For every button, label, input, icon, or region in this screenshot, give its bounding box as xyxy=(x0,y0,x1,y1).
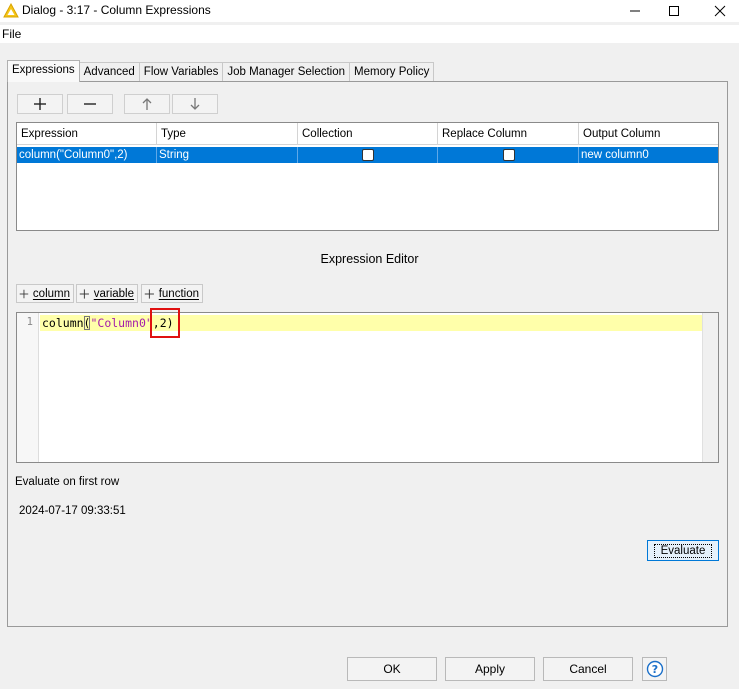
tab-bar: Expressions Advanced Flow Variables Job … xyxy=(7,60,435,82)
title-bar: Dialog - 3:17 - Column Expressions xyxy=(0,0,739,22)
plus-icon xyxy=(34,98,46,110)
menu-file[interactable]: File xyxy=(2,27,21,41)
minimize-icon xyxy=(630,10,640,12)
insert-function-label: function xyxy=(158,287,199,300)
window-title: Dialog - 3:17 - Column Expressions xyxy=(22,3,211,17)
maximize-icon xyxy=(669,6,679,16)
help-glyph: ? xyxy=(651,663,657,676)
tab-advanced[interactable]: Advanced xyxy=(78,62,140,82)
insert-column-label: column xyxy=(32,287,70,300)
remove-expression-button[interactable] xyxy=(67,94,113,114)
insert-function-button[interactable]: function xyxy=(141,284,203,303)
help-button[interactable]: ? xyxy=(642,657,667,681)
column-header-replace-column[interactable]: Replace Column xyxy=(438,123,579,145)
collection-checkbox[interactable] xyxy=(362,149,374,161)
add-expression-button[interactable] xyxy=(17,94,63,114)
minimize-button[interactable] xyxy=(618,0,652,22)
line-number: 1 xyxy=(26,316,33,328)
cell-output-column[interactable]: new column0 xyxy=(579,147,718,163)
cell-replace-column[interactable] xyxy=(438,147,579,163)
annotation-highlight-box xyxy=(150,308,180,338)
cell-type[interactable]: String xyxy=(157,147,298,163)
expressions-table: Expression Type Collection Replace Colum… xyxy=(16,122,719,231)
evaluate-button[interactable]: Evaluate xyxy=(647,540,719,561)
insert-column-button[interactable]: column xyxy=(16,284,74,303)
table-header: Expression Type Collection Replace Colum… xyxy=(17,123,718,145)
maximize-button[interactable] xyxy=(657,0,691,22)
column-header-expression[interactable]: Expression xyxy=(17,123,157,145)
replace-column-checkbox[interactable] xyxy=(503,149,515,161)
tab-expressions[interactable]: Expressions xyxy=(7,60,80,82)
editor-scrollbar[interactable] xyxy=(702,313,718,462)
column-header-output-column[interactable]: Output Column xyxy=(579,123,718,145)
column-header-type[interactable]: Type xyxy=(157,123,298,145)
ok-button[interactable]: OK xyxy=(347,657,437,681)
close-icon xyxy=(714,5,726,17)
plus-icon xyxy=(79,288,89,299)
close-button[interactable] xyxy=(703,0,737,22)
insert-variable-label: variable xyxy=(93,287,134,300)
move-down-button[interactable] xyxy=(172,94,218,114)
tab-flow-variables[interactable]: Flow Variables xyxy=(138,62,224,82)
knime-logo-icon xyxy=(3,3,19,18)
move-up-button[interactable] xyxy=(124,94,170,114)
plus-icon xyxy=(19,289,29,298)
arrow-down-icon xyxy=(190,98,200,110)
column-header-collection[interactable]: Collection xyxy=(298,123,438,145)
cell-collection[interactable] xyxy=(298,147,438,163)
cancel-button[interactable]: Cancel xyxy=(543,657,633,681)
insert-variable-button[interactable]: variable xyxy=(76,284,138,303)
tab-memory-policy[interactable]: Memory Policy xyxy=(349,62,435,82)
tab-job-manager-selection[interactable]: Job Manager Selection xyxy=(222,62,351,82)
expression-code-editor[interactable]: 1 column("Column0",2) xyxy=(16,312,719,463)
line-number-gutter: 1 xyxy=(17,313,39,462)
evaluate-button-label: Evaluate xyxy=(653,543,713,558)
evaluate-result: 2024-07-17 09:33:51 xyxy=(19,505,126,517)
table-row[interactable]: column("Column0",2) String new column0 xyxy=(17,147,718,163)
cell-expression[interactable]: column("Column0",2) xyxy=(17,147,157,163)
apply-button[interactable]: Apply xyxy=(445,657,535,681)
code-string-literal: "Column0" xyxy=(90,316,153,330)
minus-icon xyxy=(84,103,96,105)
plus-icon xyxy=(144,288,154,299)
menu-bar: File xyxy=(0,25,739,43)
help-icon: ? xyxy=(646,660,663,678)
evaluate-label: Evaluate on first row xyxy=(15,476,120,488)
code-function-name: column xyxy=(42,316,84,330)
arrow-up-icon xyxy=(142,98,152,110)
expression-editor-title: Expression Editor xyxy=(320,252,419,266)
